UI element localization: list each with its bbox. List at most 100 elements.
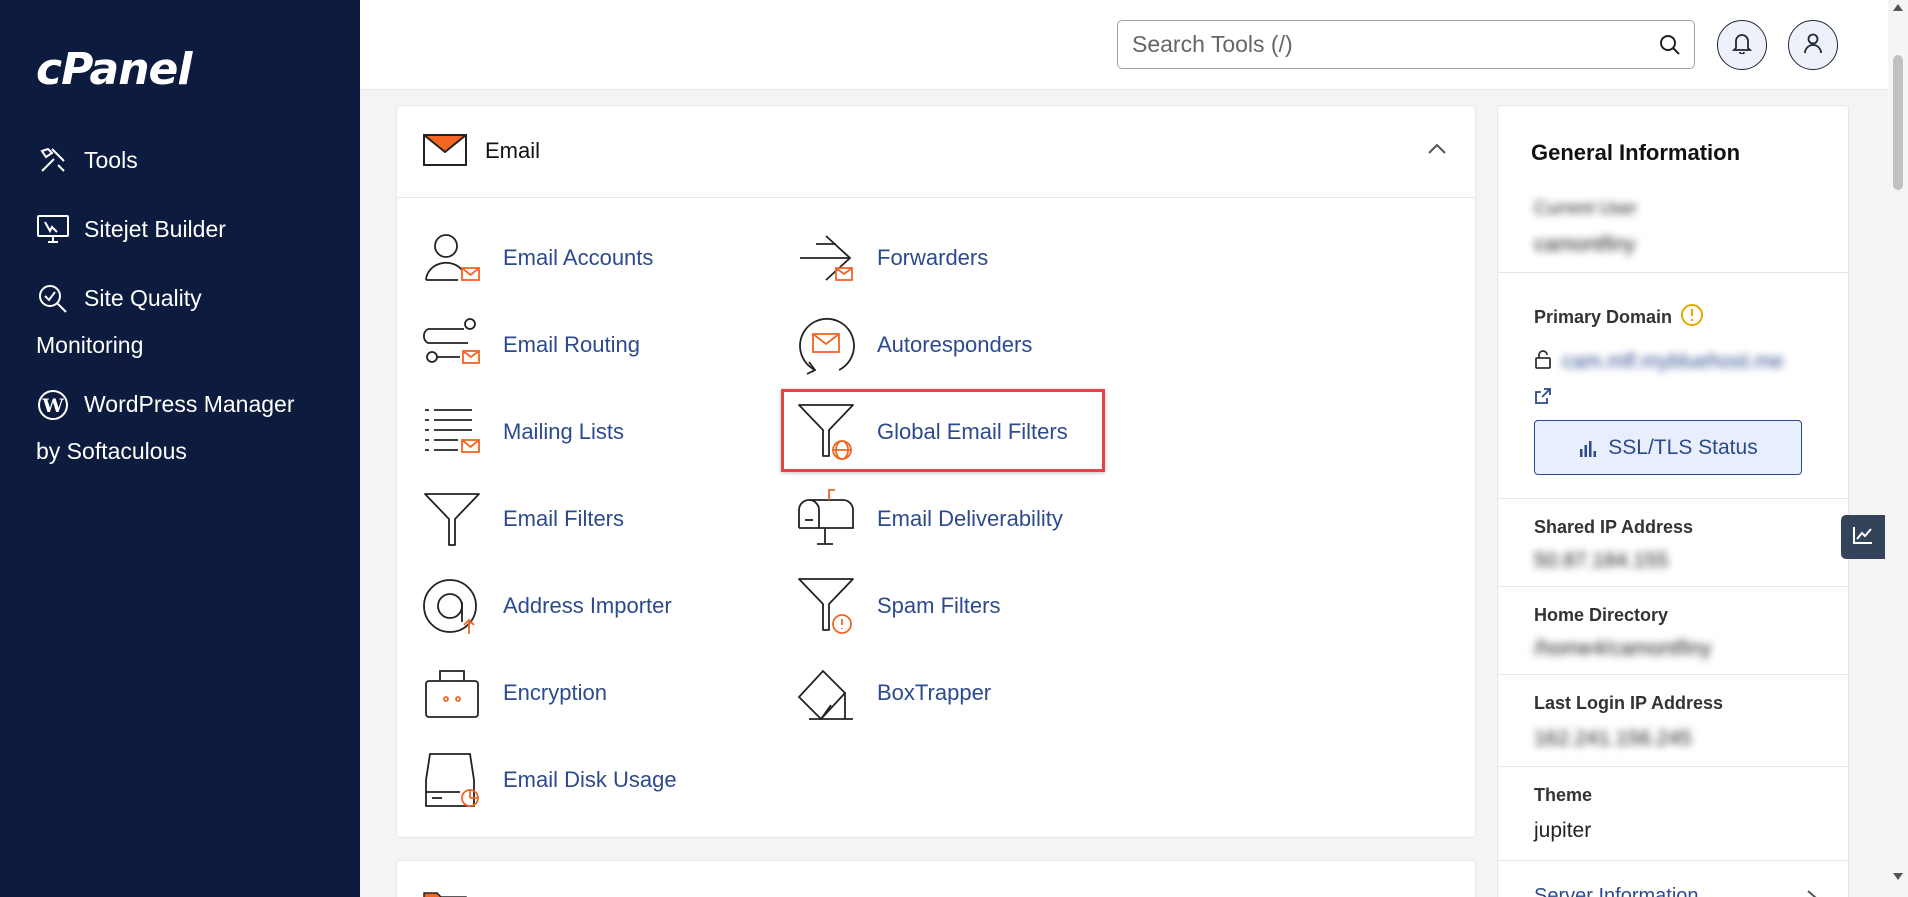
tool-forwarders[interactable]: Forwarders — [795, 227, 988, 289]
sidebar-item-label-cont: by Softaculous — [36, 438, 187, 464]
ssl-tls-status-button[interactable]: SSL/TLS Status — [1534, 420, 1802, 475]
theme-label: Theme — [1534, 785, 1593, 805]
tool-spam-filters[interactable]: Spam Filters — [795, 575, 1000, 637]
wordpress-icon: W — [36, 388, 70, 422]
tool-global-email-filters[interactable]: Global Email Filters — [795, 401, 1068, 463]
email-filters-icon — [421, 488, 483, 550]
sidebar-item-label: WordPress Manager — [84, 391, 295, 417]
shared-ip-label: Shared IP Address — [1534, 517, 1694, 537]
forwarders-icon — [795, 227, 857, 289]
tool-encryption[interactable]: Encryption — [421, 662, 607, 724]
tool-mailing-lists[interactable]: Mailing Lists — [421, 401, 624, 463]
home-directory-value: /home4/camontfiny — [1534, 637, 1712, 660]
sidebar-item-label: Sitejet Builder — [84, 215, 226, 242]
tool-email-routing[interactable]: Email Routing — [421, 314, 640, 376]
theme-value: jupiter — [1534, 819, 1592, 842]
tool-email-disk-usage[interactable]: Email Disk Usage — [421, 749, 677, 811]
last-login-value: 162.241.156.245 — [1534, 727, 1692, 750]
sidebar-item-label: Tools — [84, 146, 138, 173]
sidebar-item-tools[interactable]: Tools — [36, 143, 138, 177]
magnifier-check-icon — [36, 282, 70, 316]
top-bar — [360, 0, 1888, 90]
scrollbar-thumb[interactable] — [1893, 55, 1903, 190]
search-box — [1117, 20, 1695, 69]
sidebar-item-label-cont: Monitoring — [36, 332, 144, 358]
search-input[interactable] — [1118, 21, 1638, 68]
statistics-toggle-button[interactable] — [1841, 515, 1885, 559]
sidebar-item-wordpress-manager[interactable]: W WordPress Manager by Softaculous — [36, 381, 295, 475]
global-email-filters-icon — [795, 401, 857, 463]
tool-label: BoxTrapper — [877, 680, 992, 705]
sidebar-item-sitejet[interactable]: Sitejet Builder — [36, 212, 226, 246]
home-directory-label: Home Directory — [1534, 605, 1669, 625]
scroll-down-arrow[interactable] — [1893, 873, 1903, 880]
tool-label: Email Routing — [503, 332, 640, 357]
tool-email-accounts[interactable]: Email Accounts — [421, 227, 653, 289]
next-section — [396, 860, 1476, 897]
page-scrollbar[interactable] — [1888, 0, 1908, 897]
email-section-header[interactable]: Email — [397, 106, 1475, 198]
search-icon[interactable] — [1658, 33, 1682, 62]
tool-label: Address Importer — [503, 593, 672, 618]
general-information-panel: General Information Current User camontf… — [1497, 105, 1849, 897]
bell-icon — [1731, 32, 1753, 59]
sidebar-item-label: Site Quality — [84, 285, 202, 311]
tool-address-importer[interactable]: Address Importer — [421, 575, 672, 637]
autoresponders-icon — [795, 314, 857, 376]
primary-domain-label: Primary Domain — [1534, 307, 1673, 327]
mailing-lists-icon — [421, 401, 483, 463]
ssl-button-label: SSL/TLS Status — [1608, 435, 1758, 459]
shared-ip-value: 50.87.184.155 — [1534, 549, 1669, 572]
tool-label: Email Accounts — [503, 245, 654, 270]
user-icon — [1803, 32, 1823, 59]
address-importer-icon — [421, 575, 483, 637]
user-menu-button[interactable] — [1788, 20, 1838, 70]
last-login-section: Last Login IP Address 162.241.156.245 — [1498, 674, 1848, 766]
chevron-right-icon — [1806, 889, 1818, 897]
primary-domain-label-row: Primary Domain — [1534, 303, 1704, 332]
encryption-icon — [421, 662, 483, 724]
notifications-button[interactable] — [1717, 20, 1767, 70]
cpanel-logo[interactable]: cPanel — [36, 44, 192, 95]
folder-icon — [423, 891, 467, 897]
tool-label: Forwarders — [877, 245, 989, 270]
external-link-icon[interactable] — [1534, 387, 1552, 410]
boxtrapper-icon — [795, 662, 857, 724]
sitejet-icon — [36, 212, 70, 246]
primary-domain-row: cam.mlf.mybluehost.me — [1534, 349, 1784, 374]
tool-boxtrapper[interactable]: BoxTrapper — [795, 662, 991, 724]
tool-label: Global Email Filters — [877, 419, 1068, 444]
theme-section: Theme jupiter — [1498, 766, 1848, 860]
email-routing-icon — [421, 314, 483, 376]
server-information-row[interactable]: Server Information — [1498, 860, 1848, 897]
sidebar-item-site-quality[interactable]: Site Quality Monitoring — [36, 275, 202, 369]
primary-domain-link[interactable]: cam.mlf.mybluehost.me — [1562, 350, 1784, 374]
unlock-icon — [1534, 349, 1552, 374]
tool-email-deliverability[interactable]: Email Deliverability — [795, 488, 1063, 550]
svg-text:W: W — [41, 395, 64, 417]
home-directory-section: Home Directory /home4/camontfiny — [1498, 586, 1848, 674]
tool-label: Encryption — [503, 680, 607, 705]
section-title: Email — [485, 138, 541, 163]
tool-label: Email Disk Usage — [503, 767, 677, 792]
trend-chart-icon — [1852, 525, 1874, 550]
tool-label: Email Deliverability — [877, 506, 1063, 531]
chevron-up-icon[interactable] — [1427, 142, 1447, 160]
tool-label: Spam Filters — [877, 593, 1001, 618]
email-section: Email Email Accounts Email Routing Maili… — [396, 105, 1476, 838]
tool-email-filters[interactable]: Email Filters — [421, 488, 624, 550]
tool-label: Mailing Lists — [503, 419, 625, 444]
email-accounts-icon — [421, 227, 483, 289]
tool-autoresponders[interactable]: Autoresponders — [795, 314, 1032, 376]
current-user-label: Current User — [1534, 198, 1638, 218]
shared-ip-section: Shared IP Address 50.87.184.155 — [1498, 498, 1848, 586]
server-information-label: Server Information — [1534, 885, 1699, 897]
warning-icon[interactable] — [1680, 303, 1704, 332]
general-info-title: General Information — [1531, 140, 1741, 165]
scroll-up-arrow[interactable] — [1893, 4, 1903, 11]
tool-label: Autoresponders — [877, 332, 1033, 357]
spam-filters-icon — [795, 575, 857, 637]
last-login-label: Last Login IP Address — [1534, 693, 1724, 713]
current-user-value: camontfiny — [1534, 233, 1636, 256]
tool-label: Email Filters — [503, 506, 625, 531]
